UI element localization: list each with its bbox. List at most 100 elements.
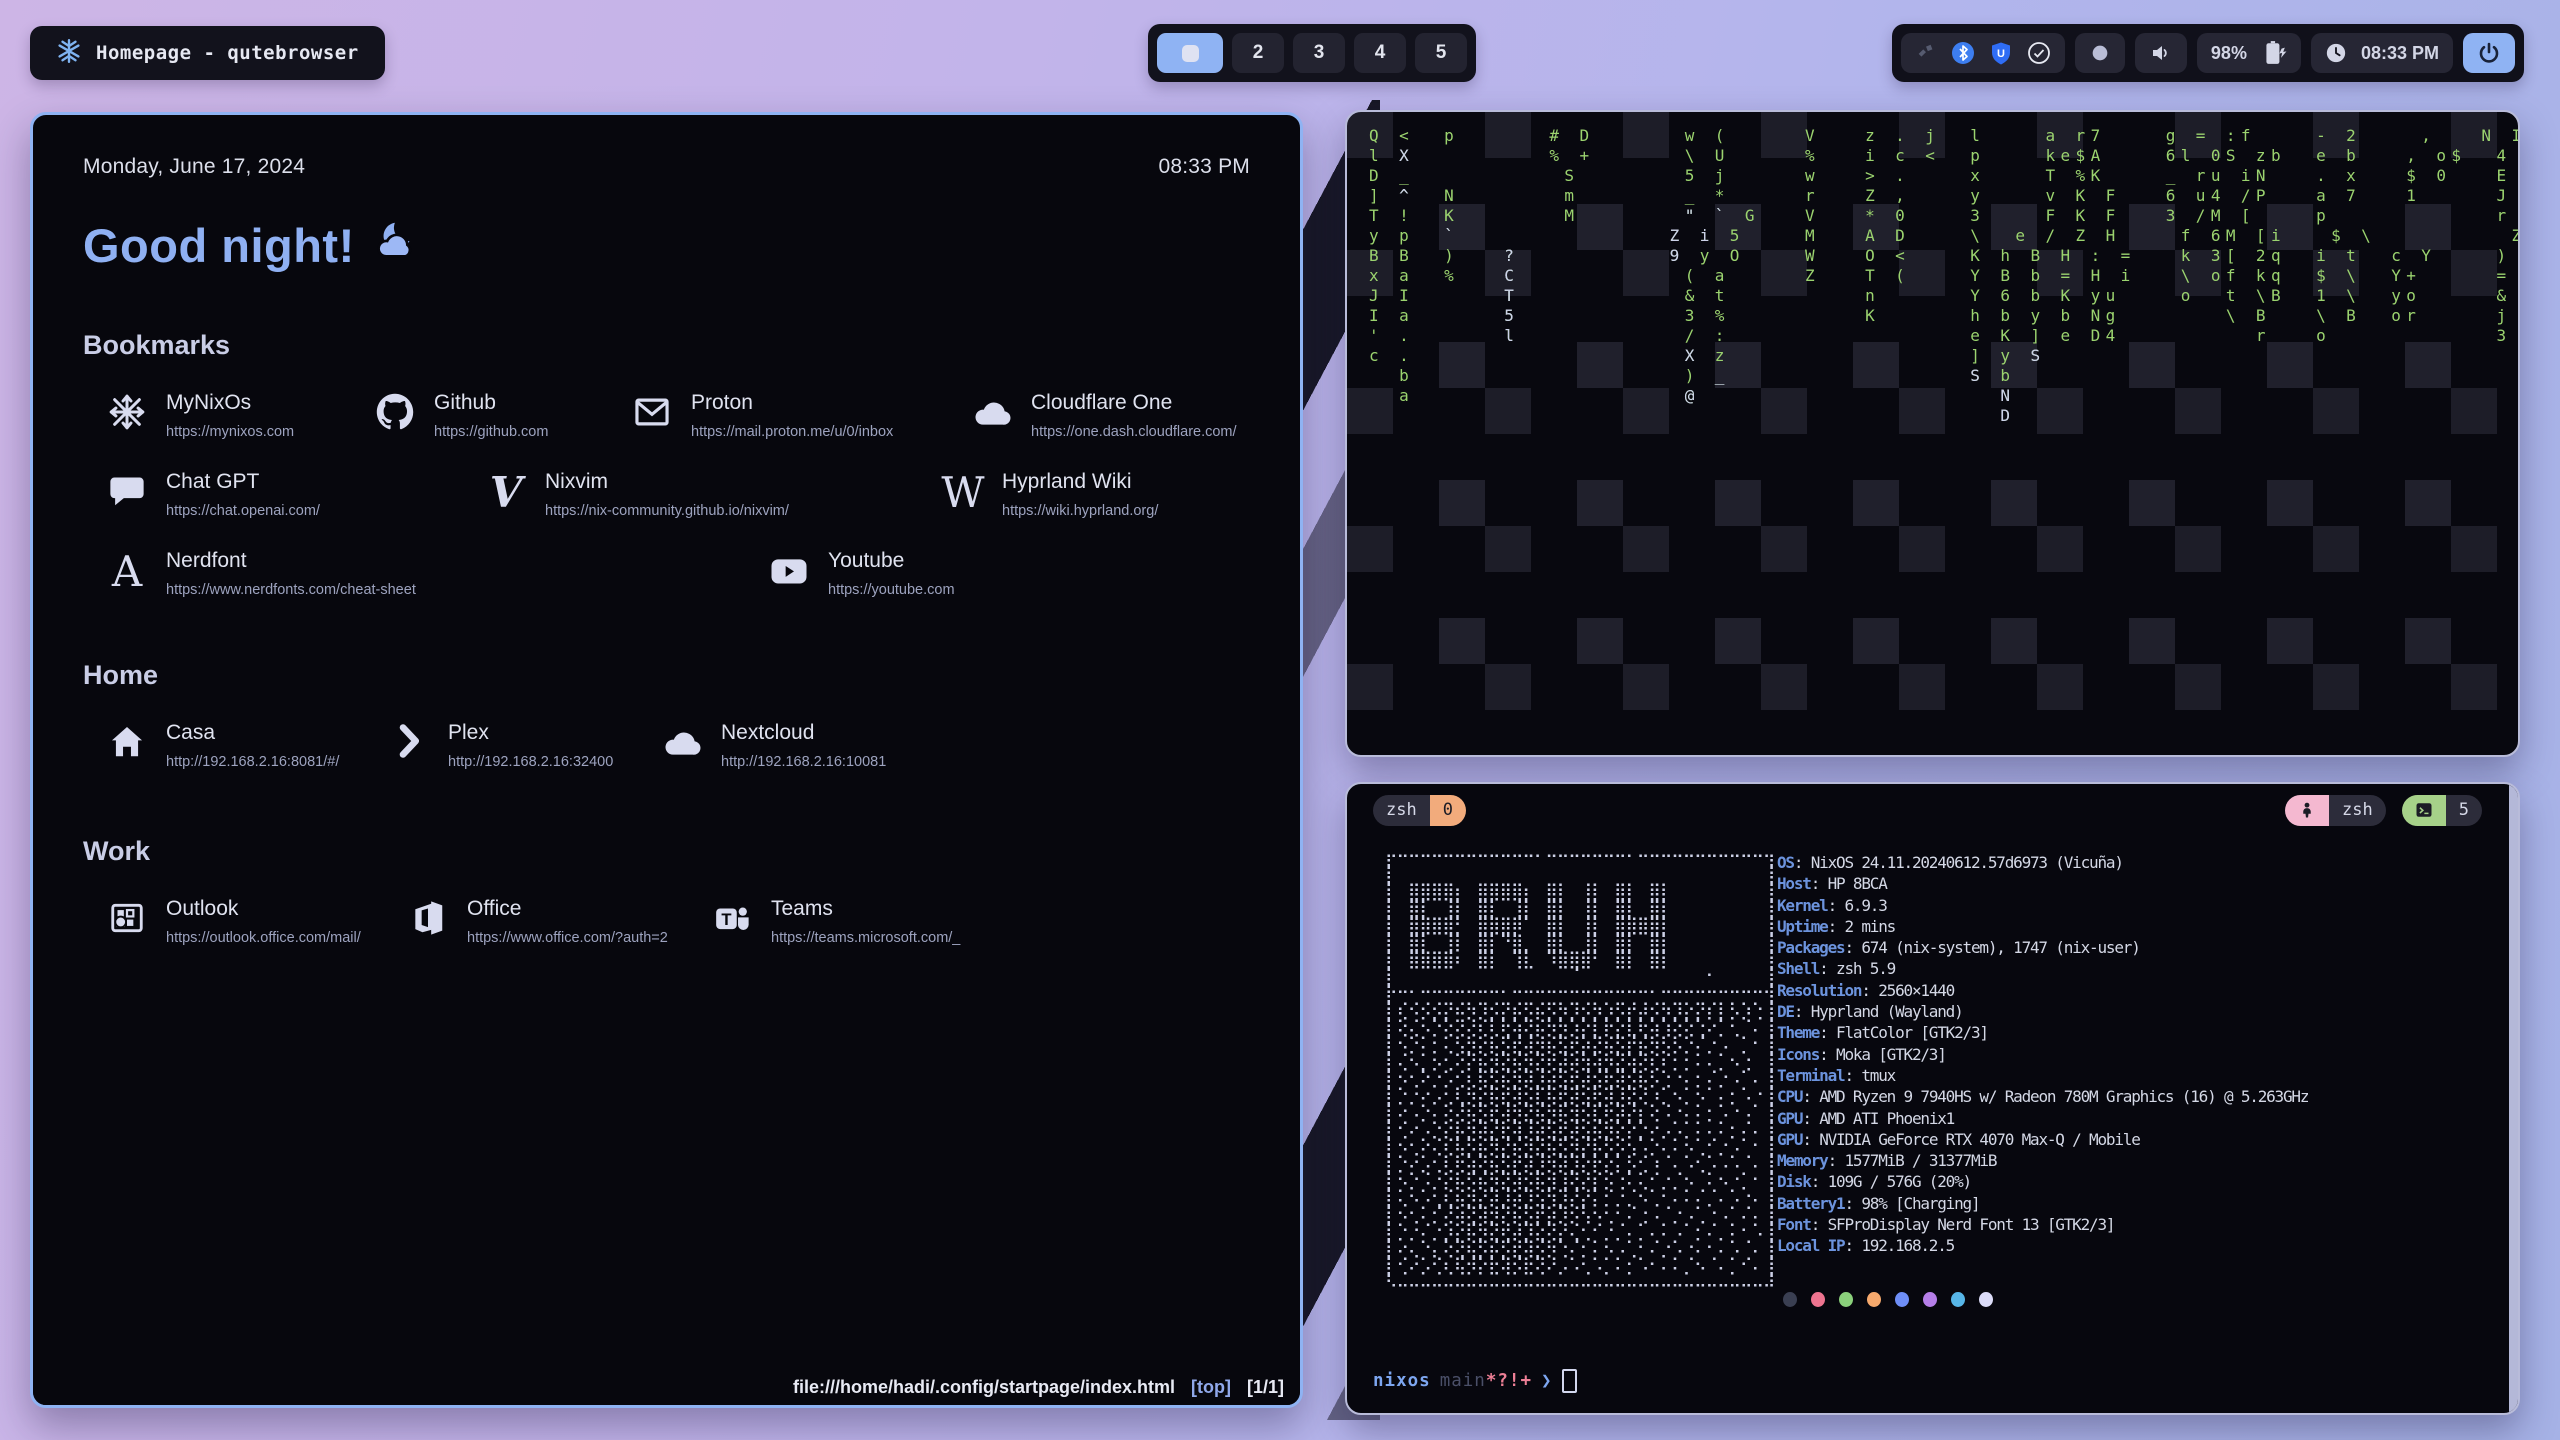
bookmark-item[interactable]: Proton https://mail.proton.me/u/0/inbox xyxy=(630,391,970,440)
bookmark-title: Cloudflare One xyxy=(1031,391,1237,415)
fastfetch-info-line: Resolution2560×1440 xyxy=(1777,980,2308,1001)
volume-module[interactable] xyxy=(2135,33,2187,73)
bookmark-icon xyxy=(970,391,1014,433)
startpage-time: 08:33 PM xyxy=(1159,155,1251,179)
fastfetch-info-line: Disk109G / 576G (20%) xyxy=(1777,1171,2308,1192)
palette-dot xyxy=(1895,1292,1909,1307)
bookmark-icon xyxy=(105,897,149,937)
fastfetch-info-line: ThemeFlatColor [GTK2/3] xyxy=(1777,1022,2308,1043)
window-title-module[interactable]: Homepage - qutebrowser xyxy=(30,26,385,80)
workspace-button[interactable]: 2 xyxy=(1232,33,1284,73)
bookmark-title: Nerdfont xyxy=(166,549,416,573)
tmux-session-segment[interactable]: zsh xyxy=(2285,795,2386,826)
person-icon xyxy=(2285,795,2329,826)
fastfetch-info-line: Kernel6.9.3 xyxy=(1777,895,2308,916)
bookmark-item[interactable]: Cloudflare One https://one.dash.cloudfla… xyxy=(970,391,1237,440)
home-row: Casa http://192.168.2.16:8081/#/ Plex ht… xyxy=(83,721,1250,770)
network-disconnected-icon xyxy=(1915,42,1937,64)
bookmark-icon xyxy=(105,721,149,761)
startpage-date: Monday, June 17, 2024 xyxy=(83,155,305,179)
bookmark-item[interactable]: Chat GPT https://chat.openai.com/ xyxy=(105,470,484,519)
bookmark-title: Chat GPT xyxy=(166,470,320,494)
palette-dot xyxy=(1783,1292,1797,1307)
moon-cloud-icon xyxy=(369,217,415,274)
fastfetch-info-line: Uptime2 mins xyxy=(1777,916,2308,937)
bookmark-icon xyxy=(373,391,417,431)
tmux-window-count-segment[interactable]: 5 xyxy=(2402,795,2482,826)
qutebrowser-window[interactable]: Monday, June 17, 2024 08:33 PM Good nigh… xyxy=(30,112,1303,1408)
bookmark-title: Outlook xyxy=(166,897,361,921)
bookmark-item[interactable]: Youtube https://youtube.com xyxy=(767,549,955,598)
startpage: Monday, June 17, 2024 08:33 PM Good nigh… xyxy=(33,115,1300,946)
palette-dot xyxy=(1867,1292,1881,1307)
bookmarks-row-1: MyNixOs https://mynixos.com Github https… xyxy=(83,391,1250,440)
bookmark-url: https://teams.microsoft.com/_ xyxy=(771,930,960,946)
bookmark-item[interactable]: MyNixOs https://mynixos.com xyxy=(105,391,373,440)
fastfetch-info-line: Shellzsh 5.9 xyxy=(1777,958,2308,979)
bookmark-title: Hyprland Wiki xyxy=(1002,470,1158,494)
palette-dot xyxy=(1951,1292,1965,1307)
battery-module[interactable]: 98% xyxy=(2197,33,2301,73)
palette-dot xyxy=(1923,1292,1937,1307)
fastfetch-info-line: Battery198% [Charging] xyxy=(1777,1193,2308,1214)
section-title-home: Home xyxy=(83,660,1250,691)
bookmark-title: Plex xyxy=(448,721,613,745)
bookmark-item[interactable]: Github https://github.com xyxy=(373,391,630,440)
bookmark-url: https://www.nerdfonts.com/cheat-sheet xyxy=(166,582,416,598)
bookmark-url: https://one.dash.cloudflare.com/ xyxy=(1031,424,1237,440)
nixos-snowflake-icon xyxy=(56,38,82,69)
fastfetch-terminal-window[interactable]: zsh 0 zsh 5 ⡖⠒⠒⠒⠒⠒⠒⠒⠒⠒⠒⠒⠒⠂⠒⠒⠒⠒⠒⠒⠒⠂⠒⠒⠒⠒⠒⠒… xyxy=(1345,782,2520,1415)
idle-inhibitor-module[interactable] xyxy=(2075,33,2125,73)
statusbar-scope: [top] xyxy=(1191,1377,1231,1398)
prompt-arrow: ❯ xyxy=(1541,1371,1553,1391)
bookmark-icon xyxy=(630,391,674,431)
bookmark-item[interactable]: Nextcloud http://192.168.2.16:10081 xyxy=(660,721,886,770)
window-title: Homepage - qutebrowser xyxy=(96,42,359,64)
bookmark-title: Office xyxy=(467,897,668,921)
tmux-window-name: zsh xyxy=(1373,795,1430,826)
bookmark-item[interactable]: Plex http://192.168.2.16:32400 xyxy=(387,721,660,770)
workspace-button[interactable]: 4 xyxy=(1354,33,1406,73)
bookmark-icon: A xyxy=(105,549,149,593)
fastfetch-info: OSNixOS 24.11.20240612.57d6973 (Vicuña) … xyxy=(1777,852,2308,1257)
clock-icon xyxy=(2325,42,2347,64)
bookmark-url: https://nix-community.github.io/nixvim/ xyxy=(545,503,789,519)
check-circle-icon xyxy=(2027,41,2051,65)
tmux-session-name: zsh xyxy=(2329,795,2386,826)
bookmark-title: Casa xyxy=(166,721,339,745)
workspace-button-active[interactable] xyxy=(1157,33,1223,73)
cmatrix-terminal-window[interactable]: Q < p # D w ( V z . j l a r7 g = :f - 2 … xyxy=(1345,110,2520,757)
work-row: Outlook https://outlook.office.com/mail/… xyxy=(83,897,1250,946)
bookmark-item[interactable]: T Teams https://teams.microsoft.com/_ xyxy=(710,897,960,946)
bookmark-icon xyxy=(767,549,811,591)
svg-text:U: U xyxy=(1997,48,2005,60)
palette-dot xyxy=(1979,1292,1993,1307)
status-icons-group[interactable]: U xyxy=(1901,33,2065,73)
speaker-icon xyxy=(2149,41,2173,65)
clock-module[interactable]: 08:33 PM xyxy=(2311,33,2453,73)
terminal-scrollbar[interactable] xyxy=(2509,784,2518,1413)
shell-prompt: nixos main*?!+ ❯ xyxy=(1373,1369,1577,1393)
bookmark-item[interactable]: Outlook https://outlook.office.com/mail/ xyxy=(105,897,406,946)
tmux-window-tab[interactable]: zsh 0 xyxy=(1373,795,1466,826)
battery-charging-icon xyxy=(2261,40,2287,66)
terminal-cursor xyxy=(1562,1369,1577,1393)
bookmark-item[interactable]: Office https://www.office.com/?auth=2 xyxy=(406,897,710,946)
bookmark-item[interactable]: A Nerdfont https://www.nerdfonts.com/che… xyxy=(105,549,767,598)
workspace-button[interactable]: 3 xyxy=(1293,33,1345,73)
greeting-text: Good night! xyxy=(83,218,355,273)
bluetooth-icon xyxy=(1951,41,1975,65)
prompt-host: nixos xyxy=(1373,1371,1431,1391)
bookmark-item[interactable]: Casa http://192.168.2.16:8081/#/ xyxy=(105,721,387,770)
section-title-work: Work xyxy=(83,836,1250,867)
bookmarks-row-3: A Nerdfont https://www.nerdfonts.com/che… xyxy=(83,549,1250,598)
bookmark-item[interactable]: W Hyprland Wiki https://wiki.hyprland.or… xyxy=(941,470,1158,519)
idle-dot-icon xyxy=(2089,42,2111,64)
palette-dot xyxy=(1811,1292,1825,1307)
bookmark-url: http://192.168.2.16:8081/#/ xyxy=(166,754,339,770)
power-button[interactable] xyxy=(2463,33,2515,73)
fastfetch-info-line: Terminaltmux xyxy=(1777,1065,2308,1086)
fastfetch-info-line: OSNixOS 24.11.20240612.57d6973 (Vicuña) xyxy=(1777,852,2308,873)
bookmark-item[interactable]: V Nixvim https://nix-community.github.io… xyxy=(484,470,941,519)
workspace-button[interactable]: 5 xyxy=(1415,33,1467,73)
